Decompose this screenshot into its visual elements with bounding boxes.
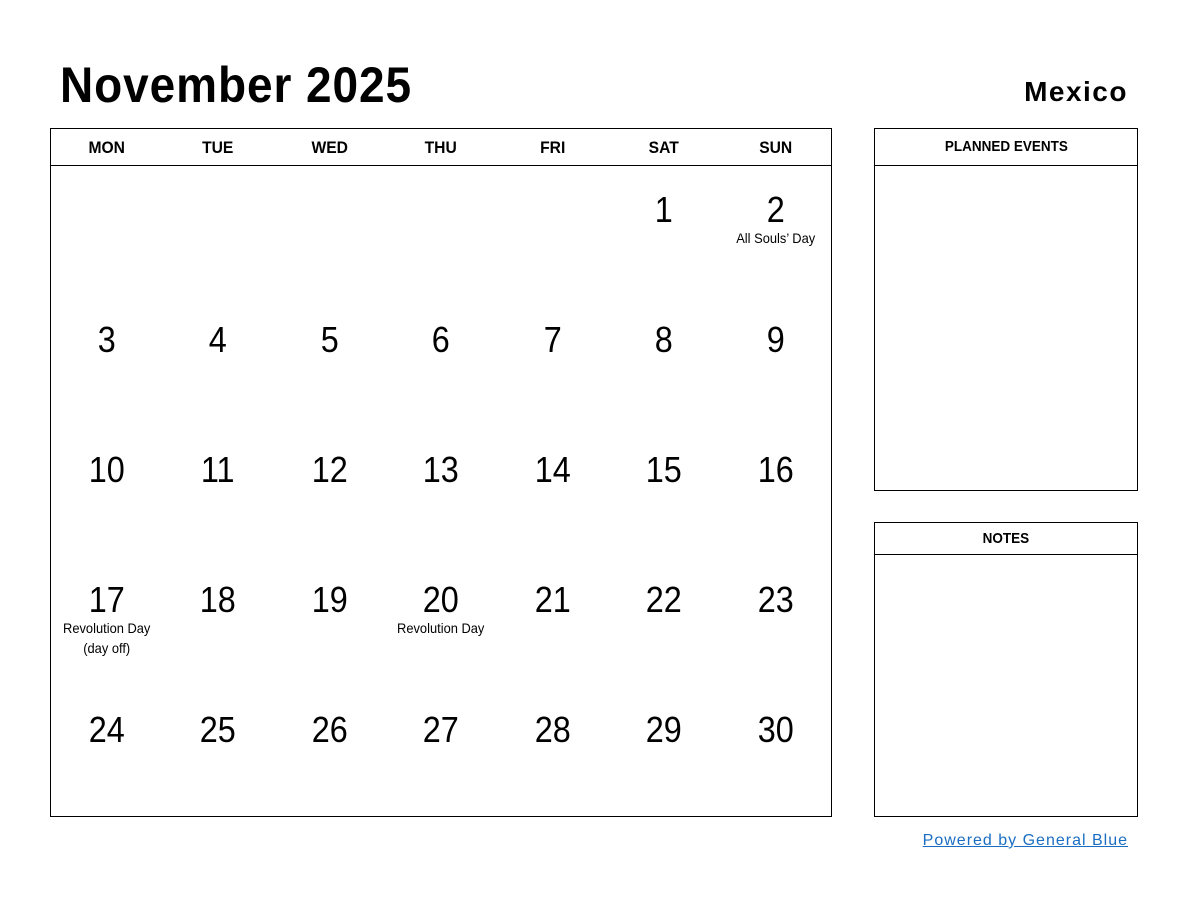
day-number: 7 <box>543 319 562 360</box>
weekday-fri: FRI <box>539 138 566 157</box>
empty-day-cell <box>274 166 385 296</box>
day-number: 18 <box>200 579 237 620</box>
day-cell: 13 <box>385 426 496 556</box>
page-title: November 2025 <box>60 57 413 113</box>
day-cell: 28 <box>497 686 608 816</box>
day-number: 8 <box>654 319 673 360</box>
day-number: 14 <box>534 449 571 490</box>
day-number: 12 <box>311 449 348 490</box>
day-cell: 29 <box>608 686 719 816</box>
notes-panel: NOTES <box>874 522 1138 817</box>
empty-day-cell <box>497 166 608 296</box>
day-cell: 24 <box>51 686 162 816</box>
planned-events-panel: PLANNED EVENTS <box>874 128 1138 491</box>
holiday-label: Revolution Day <box>397 620 485 636</box>
powered-by-link[interactable]: Powered by General Blue <box>923 832 1128 850</box>
country-label: Mexico <box>1024 76 1128 107</box>
day-cell: 30 <box>720 686 831 816</box>
day-cell: 26 <box>274 686 385 816</box>
planned-events-label: PLANNED EVENTS <box>944 138 1068 155</box>
day-cell: 1 <box>608 166 719 296</box>
day-cell: 22 <box>608 556 719 686</box>
empty-day-cell <box>51 166 162 296</box>
day-number: 29 <box>645 709 682 750</box>
weekday-header: MON TUE WED THU FRI SAT SUN <box>51 129 831 166</box>
day-cell: 6 <box>385 296 496 426</box>
notes-label: NOTES <box>982 530 1030 547</box>
day-cell: 16 <box>720 426 831 556</box>
day-number: 22 <box>645 579 682 620</box>
day-number: 30 <box>757 709 794 750</box>
calendar-days: 1 2 All Souls’ Day 3 4 5 6 7 8 9 10 11 12 13 14 15 16 17 R… <box>51 166 831 816</box>
day-cell: 5 <box>274 296 385 426</box>
day-cell: 15 <box>608 426 719 556</box>
day-cell: 4 <box>162 296 273 426</box>
day-cell: 11 <box>162 426 273 556</box>
weekday-thu: THU <box>424 138 458 157</box>
day-number: 15 <box>645 449 682 490</box>
day-number: 25 <box>200 709 237 750</box>
day-number: 3 <box>97 319 116 360</box>
holiday-note: (day off) <box>83 640 131 656</box>
day-number: 20 <box>422 579 460 620</box>
empty-day-cell <box>162 166 273 296</box>
day-number: 1 <box>654 189 673 230</box>
day-number: 21 <box>534 579 571 620</box>
day-cell: 27 <box>385 686 496 816</box>
day-number: 11 <box>201 449 235 490</box>
day-number: 9 <box>766 319 785 360</box>
weekday-sun: SUN <box>758 138 792 157</box>
day-cell: 23 <box>720 556 831 686</box>
day-number: 2 <box>766 189 785 230</box>
holiday-label: Revolution Day <box>63 620 151 636</box>
day-number: 19 <box>311 579 348 620</box>
day-number: 10 <box>88 449 125 490</box>
day-cell: 3 <box>51 296 162 426</box>
day-number: 28 <box>534 709 571 750</box>
notes-header: NOTES <box>875 523 1137 555</box>
day-number: 23 <box>757 579 794 620</box>
empty-day-cell <box>385 166 496 296</box>
day-cell: 12 <box>274 426 385 556</box>
day-cell: 20 Revolution Day <box>385 556 496 686</box>
day-cell: 21 <box>497 556 608 686</box>
weekday-tue: TUE <box>202 138 234 157</box>
day-cell: 14 <box>497 426 608 556</box>
day-cell: 2 All Souls’ Day <box>720 166 831 296</box>
day-cell: 10 <box>51 426 162 556</box>
day-number: 17 <box>88 579 125 620</box>
day-cell: 19 <box>274 556 385 686</box>
weekday-sat: SAT <box>648 138 679 157</box>
planned-events-header: PLANNED EVENTS <box>875 129 1137 166</box>
day-cell: 7 <box>497 296 608 426</box>
day-cell: 17 Revolution Day (day off) <box>51 556 162 686</box>
day-cell: 8 <box>608 296 719 426</box>
day-number: 16 <box>757 449 794 490</box>
day-number: 4 <box>209 319 228 360</box>
day-number: 24 <box>88 709 125 750</box>
day-number: 5 <box>320 319 339 360</box>
day-number: 6 <box>431 319 450 360</box>
holiday-label: All Souls’ Day <box>735 230 815 246</box>
day-cell: 25 <box>162 686 273 816</box>
day-cell: 18 <box>162 556 273 686</box>
day-number: 26 <box>311 709 348 750</box>
day-cell: 9 <box>720 296 831 426</box>
weekday-wed: WED <box>311 138 348 157</box>
day-number: 27 <box>422 709 460 750</box>
day-number: 13 <box>422 449 460 490</box>
weekday-mon: MON <box>88 138 125 157</box>
calendar-grid: MON TUE WED THU FRI SAT SUN 1 2 All Souls’… <box>50 128 832 817</box>
